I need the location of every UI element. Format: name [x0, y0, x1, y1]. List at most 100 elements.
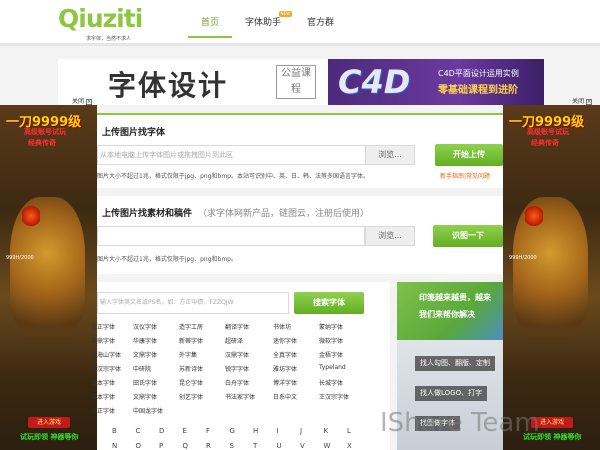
font-brand-link[interactable]: 全真字体	[273, 350, 297, 359]
close-icon[interactable]: ×	[586, 99, 593, 105]
font-brand-link[interactable]: 外字集	[179, 350, 197, 359]
letter-index-link[interactable]: V	[300, 442, 305, 450]
font-brand-link[interactable]: 汉鼎字体	[225, 350, 249, 359]
start-upload-button[interactable]: 开始上传	[435, 144, 503, 166]
promo-line1: 印笺越来越贵，越来	[419, 293, 491, 302]
font-brand-link[interactable]: 日本字体	[91, 392, 115, 401]
left-ad-close-label: 关闭	[72, 98, 85, 105]
banner-line1: C4D平面设计运用实例	[438, 69, 519, 78]
promo-logo-button[interactable]: 找人做LOGO、打字	[415, 386, 488, 401]
promo-line2: 我们来帮你解决	[419, 310, 475, 319]
letter-index-link[interactable]: G	[230, 427, 235, 435]
font-brand-link[interactable]: 文鼎字体	[133, 392, 157, 401]
ad-stat: 999H/2000	[6, 255, 34, 261]
upload-material-browse-button[interactable]: 浏览...	[365, 226, 415, 246]
logo-tagline: 求字体，当然不求人	[86, 36, 132, 42]
letter-index-link[interactable]: N	[112, 442, 117, 450]
font-brand-link[interactable]: 方正字体	[91, 322, 115, 331]
letter-index-link[interactable]: K	[324, 427, 329, 435]
font-brand-link[interactable]: 长城字体	[319, 378, 343, 387]
letter-index-link[interactable]: B	[112, 427, 117, 435]
letter-index-link[interactable]: U	[277, 442, 282, 450]
letter-index-link[interactable]: H	[253, 427, 258, 435]
font-brand-link[interactable]: 锐字字体	[225, 364, 249, 373]
image-search-button[interactable]: 识图一下	[433, 225, 503, 247]
font-brand-link[interactable]: 苏新诗体	[179, 364, 203, 373]
font-brand-link[interactable]: 蒙纳字体	[319, 322, 343, 331]
help-link[interactable]: 新手指南|常见问题	[440, 171, 490, 180]
font-brand-link[interactable]: 造字工房	[179, 322, 203, 331]
font-brand-link[interactable]: 书体坊	[273, 322, 291, 331]
font-brand-link[interactable]: 文鼎字体	[91, 336, 115, 345]
nav-official-group[interactable]: 官方群	[294, 16, 347, 38]
letter-index-link[interactable]: Q	[183, 442, 189, 450]
nav-font-assistant-label: 字体助手	[245, 18, 282, 28]
letter-index-link[interactable]: E	[183, 427, 187, 435]
font-brand-link[interactable]: Typeland	[319, 364, 346, 371]
left-ad-close[interactable]: 关闭 ×	[72, 96, 93, 105]
font-brand-link[interactable]: 昆仑字体	[179, 378, 203, 387]
font-search-input[interactable]: 输入字体英文名或PS名，如：方正中倩，FZZQJW	[97, 292, 289, 314]
nav-home[interactable]: 首页	[188, 16, 233, 38]
font-brand-link[interactable]: 日系中文	[273, 392, 297, 401]
ad-fire-icon	[22, 205, 40, 227]
upload-font-input[interactable]: 从本地电脑上传字体图片或拖拽图片到此区	[97, 145, 367, 165]
font-brand-link[interactable]: 王汉宗字体	[91, 364, 121, 373]
font-brand-link[interactable]: 汉仪字体	[133, 322, 157, 331]
banner-brand: C4D	[338, 63, 411, 101]
letter-index-link[interactable]: I	[277, 427, 279, 435]
banner-stamp: 公益课程	[276, 65, 316, 99]
font-brand-link[interactable]: 书法家字体	[225, 392, 255, 401]
right-side-ad[interactable]: 一刀9999级 高级账号试玩 经典传奇 999H/2000 进入游戏 试玩即领 …	[503, 105, 600, 450]
font-brand-link[interactable]: 文鼎字体	[133, 350, 157, 359]
letter-index-link[interactable]: X	[347, 442, 352, 450]
letter-index-link[interactable]: T	[253, 442, 257, 450]
letter-index-link[interactable]: C	[136, 427, 141, 435]
font-brand-link[interactable]: 日本字体	[91, 378, 115, 387]
font-brand-link[interactable]: 博洋字体	[273, 378, 297, 387]
promo-trace-button[interactable]: 找人勾图、翻版、定制	[415, 356, 495, 371]
upload-font-title: 上传图片找字体	[102, 128, 166, 138]
font-brand-link[interactable]: 翻译字体	[225, 322, 249, 331]
upload-material-title: 上传图片找素材和稿件 （求字体网新产品，链图云，注册后使用）	[102, 206, 369, 219]
right-ad-close-label: 关闭	[572, 98, 585, 105]
letter-index-link[interactable]: D	[159, 427, 164, 435]
right-ad-close[interactable]: 关闭 ×	[572, 96, 593, 105]
ad-sub1: 高级账号试玩	[24, 128, 66, 136]
letter-index-link[interactable]: L	[347, 427, 351, 435]
nav-font-assistant[interactable]: 字体助手 NEW	[232, 11, 294, 38]
font-brand-link[interactable]: 中国龙字体	[133, 406, 163, 415]
font-brand-link[interactable]: 超研泽	[225, 336, 243, 345]
search-font-button[interactable]: 搜索字体	[294, 292, 364, 314]
top-banner-ad[interactable]: 字体设计 公益课程 C4D C4D平面设计运用实例 零基础课程到进阶	[58, 59, 544, 105]
letter-index-link[interactable]: R	[206, 442, 211, 450]
letter-index-link[interactable]: F	[206, 427, 210, 435]
ad-play-button[interactable]: 进入游戏	[28, 417, 70, 428]
font-brand-link[interactable]: 白舟字体	[225, 378, 249, 387]
font-brand-link[interactable]: 田氏字体	[133, 378, 157, 387]
upload-material-input[interactable]	[97, 226, 365, 246]
letter-index-link[interactable]: J	[300, 427, 302, 435]
font-brand-link[interactable]: 方正字体	[91, 406, 115, 415]
upload-font-note: 图片大小不超过1兆，格式仅限于jpg、png和bmp。本站可识别中、英、日、韩、…	[97, 173, 369, 180]
letter-index-link[interactable]: P	[159, 442, 163, 450]
letter-index-link[interactable]: O	[136, 442, 142, 450]
font-brand-link[interactable]: 中研院	[133, 364, 151, 373]
font-brand-link[interactable]: 微软字体	[319, 336, 343, 345]
font-brand-link[interactable]: 王汉宗字体	[319, 392, 349, 401]
upload-font-browse-button[interactable]: 浏览...	[365, 145, 415, 165]
letter-index-link[interactable]: S	[230, 442, 234, 450]
font-brand-link[interactable]: 新蒂字体	[179, 336, 203, 345]
letter-index-link[interactable]: W	[324, 442, 331, 450]
ad-bottom-text: 试玩即领 神器等你	[20, 433, 79, 441]
font-brand-link[interactable]: 华康字体	[133, 336, 157, 345]
font-brand-link[interactable]: 张海山字体	[91, 350, 121, 359]
font-brand-link[interactable]: 迷你字体	[273, 336, 297, 345]
font-brand-link[interactable]: 金梧字体	[319, 350, 343, 359]
left-side-ad[interactable]: 一刀9999级 高级账号试玩 经典传奇 999H/2000 进入游戏 试玩即领 …	[0, 105, 97, 450]
font-brand-link[interactable]: 雅坊字体	[273, 364, 297, 373]
font-brand-link[interactable]: 创艺字体	[179, 392, 203, 401]
close-icon[interactable]: ×	[86, 99, 93, 105]
site-logo[interactable]: Qiuziti 求字体，当然不求人	[58, 6, 160, 43]
watermark: IShare Team	[380, 408, 540, 438]
